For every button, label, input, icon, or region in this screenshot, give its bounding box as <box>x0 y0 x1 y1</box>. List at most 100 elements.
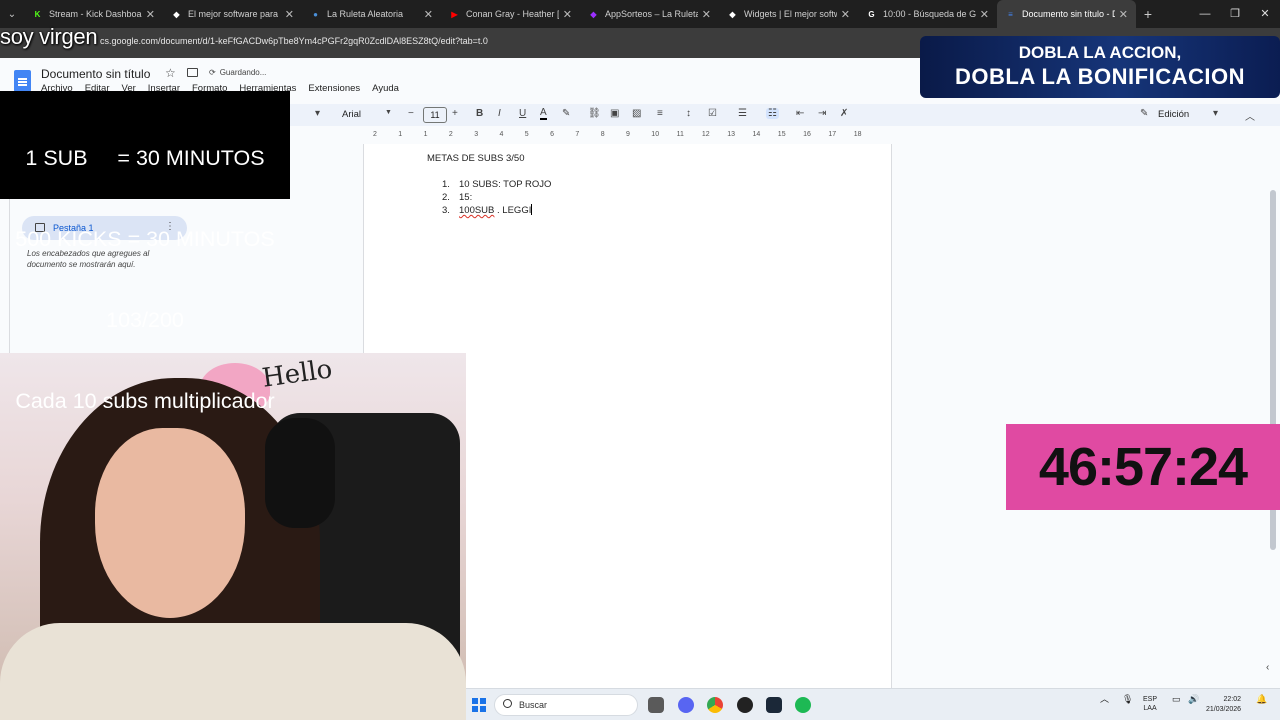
close-tab-icon[interactable]: ✕ <box>424 8 433 21</box>
ruler-mark: 8 <box>600 131 605 138</box>
close-window-icon[interactable]: ✕ <box>1250 0 1280 28</box>
ruler-mark: 3 <box>474 131 479 138</box>
side-panel-toggle-icon[interactable]: ‹ <box>1266 662 1269 673</box>
streamer-face <box>95 428 245 618</box>
browser-tab[interactable]: ● La Ruleta Aleatoria ✕ <box>302 0 441 28</box>
browser-tab[interactable]: ◆ El mejor software para pc ✕ <box>163 0 302 28</box>
file-explorer-icon[interactable] <box>648 697 664 713</box>
editing-mode-select[interactable]: Edición <box>1158 109 1189 120</box>
decrease-font-size-icon[interactable]: − <box>408 108 414 119</box>
ruler-mark: 11 <box>676 131 684 138</box>
document-title[interactable]: Documento sin título <box>41 67 150 81</box>
discord-icon[interactable] <box>678 697 694 713</box>
url-field[interactable]: cs.google.com/document/d/1-keFfGACDw6pTb… <box>100 36 488 46</box>
close-tab-icon[interactable]: ✕ <box>702 8 711 21</box>
menu-item-ayuda[interactable]: Ayuda <box>372 83 399 94</box>
minimize-icon[interactable]: — <box>1190 0 1220 28</box>
close-tab-icon[interactable]: ✕ <box>146 8 155 21</box>
tab-title: Widgets | El mejor softwa <box>744 9 837 19</box>
tab-title: Conan Gray - Heather [Su <box>466 9 559 19</box>
docs-logo-icon[interactable] <box>14 70 31 92</box>
save-status-text: Guardando... <box>219 68 267 77</box>
taskbar-clock[interactable]: 22:02 21/03/2026 <box>1206 695 1241 715</box>
menu-item-extensiones[interactable]: Extensiones <box>308 83 360 94</box>
tab-favicon-icon: ▶ <box>451 9 458 19</box>
underline-icon[interactable]: U <box>519 108 526 119</box>
checklist-icon[interactable]: ☑ <box>708 108 717 119</box>
close-tab-icon[interactable]: ✕ <box>285 8 294 21</box>
browser-tab[interactable]: ◆ Widgets | El mejor softwa ✕ <box>719 0 858 28</box>
sync-icon: ⟳ <box>209 68 216 77</box>
chrome-icon[interactable] <box>707 697 723 713</box>
list-item: 2. 15: <box>442 192 473 203</box>
line-spacing-icon[interactable]: ↕ <box>686 108 691 119</box>
increase-font-size-icon[interactable]: + <box>452 108 458 119</box>
close-tab-icon[interactable]: ✕ <box>1119 8 1128 21</box>
tray-chevron-icon[interactable]: ︿ <box>1100 695 1109 704</box>
maximize-icon[interactable]: ❐ <box>1220 0 1250 28</box>
streamer-tag: soy virgen <box>0 24 98 49</box>
close-tab-icon[interactable]: ✕ <box>563 8 572 21</box>
tab-favicon-icon: K <box>34 9 41 19</box>
list-item: 1. 10 SUBS: TOP ROJO <box>442 179 552 190</box>
browser-tab[interactable]: ◆ AppSorteos – La Ruleta d ✕ <box>580 0 719 28</box>
increase-indent-icon[interactable]: ⇥ <box>818 108 826 119</box>
notifications-icon[interactable]: 🔔 <box>1256 695 1267 704</box>
subathon-goals-panel: 1 SUB = 30 MINUTOS 500 KICKS = 30 MINUTO… <box>0 91 290 413</box>
clear-formatting-icon[interactable]: ✗ <box>840 108 848 119</box>
new-tab-button[interactable]: + <box>1136 6 1160 22</box>
ruler-mark: 15 <box>777 131 786 138</box>
ruler-mark: 2 <box>448 131 453 138</box>
doc-numbered-list: 1. 10 SUBS: TOP ROJO 2. 15: 3. 100SUB . LEG… <box>442 178 551 217</box>
text-color-icon[interactable]: A <box>540 108 547 120</box>
taskbar-search[interactable]: Buscar <box>494 694 638 716</box>
font-size-input[interactable]: 11 <box>423 107 447 123</box>
bold-icon[interactable]: B <box>476 108 483 119</box>
streamer-shirt <box>0 623 466 720</box>
tab-title: El mejor software para pc <box>188 9 281 19</box>
decrease-indent-icon[interactable]: ⇤ <box>796 108 804 119</box>
spotify-icon[interactable] <box>795 697 811 713</box>
italic-icon[interactable]: I <box>498 108 501 119</box>
language-indicator[interactable]: ESP LAA <box>1143 695 1157 713</box>
close-tab-icon[interactable]: ✕ <box>980 8 989 21</box>
bullet-list-icon[interactable]: ☰ <box>738 108 747 119</box>
ruler-mark: 13 <box>727 131 735 138</box>
search-icon <box>503 699 512 708</box>
network-icon[interactable]: ▭ <box>1172 695 1181 704</box>
ruler-mark: 16 <box>803 131 811 138</box>
ruler-mark: 1 <box>398 131 403 138</box>
microphone-icon[interactable]: 🎙 <box>1122 695 1133 704</box>
star-icon[interactable]: ☆ <box>165 66 176 80</box>
list-item: 3. 100SUB . LEGGI <box>442 204 533 217</box>
obs-icon[interactable] <box>737 697 753 713</box>
steam-icon[interactable] <box>766 697 782 713</box>
mode-caret-icon[interactable]: ▾ <box>1213 108 1218 119</box>
horizontal-ruler[interactable]: 2 1 1 2 3 4 5 6 7 8 9 10 11 12 13 14 15 16 17 18 <box>363 130 892 142</box>
font-select[interactable]: Arial <box>342 109 361 120</box>
windows-start-icon[interactable] <box>472 698 486 712</box>
browser-tab[interactable]: ≡ Documento sin título - Do ✕ <box>997 0 1136 28</box>
misspelled-word[interactable]: 100SUB <box>459 204 494 217</box>
collapse-toolbar-icon[interactable]: ︿ <box>1245 108 1255 123</box>
highlight-icon[interactable]: ✎ <box>562 108 570 119</box>
image-icon[interactable]: ▨ <box>632 108 641 119</box>
window-controls: — ❐ ✕ <box>1190 0 1280 28</box>
tab-favicon-icon: ◆ <box>590 9 597 19</box>
close-tab-icon[interactable]: ✕ <box>841 8 850 21</box>
browser-tab[interactable]: ▶ Conan Gray - Heather [Su ✕ <box>441 0 580 28</box>
ruler-mark: 1 <box>423 131 428 138</box>
numbered-list-icon[interactable]: ☷ <box>766 108 779 119</box>
style-dropdown-caret-icon[interactable]: ▾ <box>315 108 320 119</box>
volume-icon[interactable]: 🔊 <box>1188 695 1199 704</box>
browser-tab[interactable]: G 10:00 - Búsqueda de Goo ✕ <box>858 0 997 28</box>
align-icon[interactable]: ≡ <box>657 108 663 119</box>
move-folder-icon[interactable] <box>187 68 198 77</box>
link-icon[interactable]: ⛓ <box>588 108 601 119</box>
promo-banner: DOBLA LA ACCION, DOBLA LA BONIFICACION <box>920 36 1280 98</box>
comment-icon[interactable]: ▣ <box>610 108 619 119</box>
doc-heading: METAS DE SUBS 3/50 <box>427 153 525 164</box>
tab-favicon-icon: ≡ <box>1008 9 1013 19</box>
font-caret-icon[interactable]: ▼ <box>385 109 392 116</box>
ruler-mark: 6 <box>550 131 554 138</box>
